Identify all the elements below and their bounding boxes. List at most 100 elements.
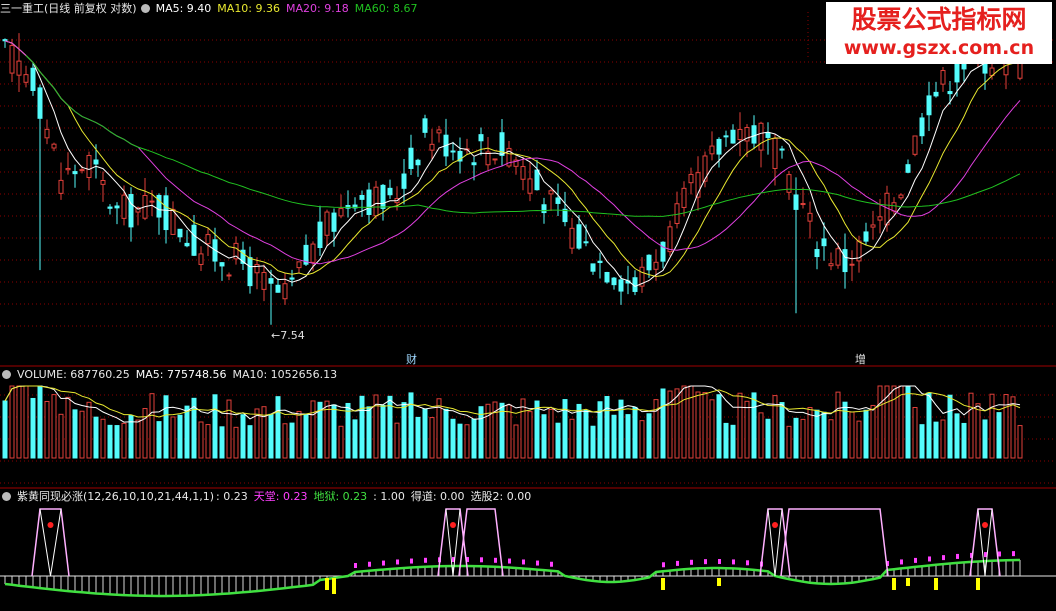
volume-bar [716, 394, 722, 459]
tiantang-marker [704, 559, 707, 565]
volume-bar [37, 385, 43, 459]
volume-bar [1010, 396, 1016, 459]
candle-body [65, 168, 71, 171]
candle-body [289, 277, 295, 280]
candle-body [653, 261, 659, 270]
indicator-name[interactable]: 紫黄同现必涨(12,26,10,10,21,44,1,1) [17, 490, 214, 503]
volume-bar [835, 391, 841, 459]
stock-chart[interactable]: ←7.54 财 增 [0, 0, 1056, 611]
signal-peak [767, 508, 776, 577]
event-marker-increase[interactable]: 增 [855, 352, 866, 366]
volume-bar [415, 416, 421, 459]
volume-bar [898, 385, 904, 459]
candle-body [723, 135, 729, 138]
candle-body [58, 179, 64, 194]
volume-bar [961, 422, 967, 459]
volume-bar [562, 399, 568, 459]
volume-bar [296, 410, 302, 459]
tiantang-marker [900, 559, 903, 565]
volume-bar [975, 403, 981, 459]
volume-bar [527, 411, 533, 459]
tiantang-marker [480, 557, 483, 563]
candle-body [149, 200, 155, 203]
candle-body [247, 257, 253, 287]
candle-body [296, 261, 302, 269]
event-marker-finance[interactable]: 财 [406, 352, 417, 366]
signal-dot [982, 522, 988, 528]
volume-bar [849, 411, 855, 459]
volume-panel-header: VOLUME: 687760.25 MA5: 775748.56 MA10: 105… [0, 367, 343, 383]
indicator-value: : 0.23 [216, 490, 248, 503]
candle-body [772, 137, 778, 169]
volume-bar [282, 423, 288, 459]
candle-body [667, 226, 673, 253]
tiantang-marker [536, 560, 539, 566]
volume-bar [513, 424, 519, 459]
gear-icon[interactable] [2, 492, 11, 501]
volume-bar [422, 408, 428, 459]
tiantang-marker [522, 559, 525, 565]
candle-body [422, 118, 428, 133]
volume-bar [30, 397, 36, 459]
tiantang-marker [956, 553, 959, 559]
signal-peak [977, 508, 986, 577]
volume-bar [996, 412, 1002, 459]
volume-bar [982, 419, 988, 459]
indicator-plot [0, 508, 1056, 598]
volume-bar [408, 392, 414, 459]
candle-body [317, 221, 323, 249]
tiantang-marker [354, 563, 357, 568]
candle-body [891, 202, 897, 212]
volume-bar [590, 425, 596, 459]
candle-body [758, 122, 764, 151]
candle-body [324, 211, 330, 236]
candle-body [30, 67, 36, 92]
volume-bar [86, 401, 92, 459]
candle-body [275, 284, 281, 293]
volume-bars [2, 385, 1023, 459]
candle-body [681, 187, 687, 208]
candle-body [338, 208, 344, 217]
candle-body [282, 283, 288, 300]
candle-body [219, 262, 225, 267]
candle-body [16, 60, 22, 76]
volume-bar [926, 392, 932, 459]
candle-body [751, 125, 757, 144]
volume-bar [212, 394, 218, 459]
stock-title[interactable]: 三一重工(日线 前复权 对数) [0, 2, 137, 15]
volume-bar [450, 418, 456, 459]
yellow-bar [332, 578, 336, 594]
yellow-bar [717, 578, 721, 586]
candle-body [912, 135, 918, 155]
volume-bar [79, 410, 85, 459]
volume-bar [744, 400, 750, 459]
gear-icon[interactable] [2, 370, 11, 379]
volume-bar [583, 409, 589, 459]
volume-bar [443, 408, 449, 459]
ma60-label: MA60: 8.67 [354, 2, 418, 15]
volume-bar [933, 421, 939, 459]
candle-body [366, 189, 372, 216]
ma60-line [25, 55, 1021, 217]
candle-body [2, 39, 8, 42]
volume-bar [786, 425, 792, 459]
candle-body [569, 227, 575, 249]
volume-bar [576, 403, 582, 459]
volume-bar [205, 424, 211, 459]
low-price-marker: ←7.54 [271, 329, 305, 342]
candle-body [849, 263, 855, 266]
volume-bar [65, 396, 71, 459]
volume-bar [919, 424, 925, 459]
volume-bar [1017, 425, 1023, 459]
candle-body [191, 224, 197, 256]
tiantang-marker [396, 559, 399, 565]
candle-body [114, 205, 120, 209]
gear-icon[interactable] [140, 4, 150, 13]
candle-body [268, 278, 274, 284]
watermark-title: 股票公式指标网 [851, 5, 1027, 34]
volume-bar [856, 420, 862, 459]
volume-bar [702, 392, 708, 459]
volume-bar [520, 398, 526, 459]
volume-bar [947, 394, 953, 459]
signal-dot [47, 522, 54, 528]
